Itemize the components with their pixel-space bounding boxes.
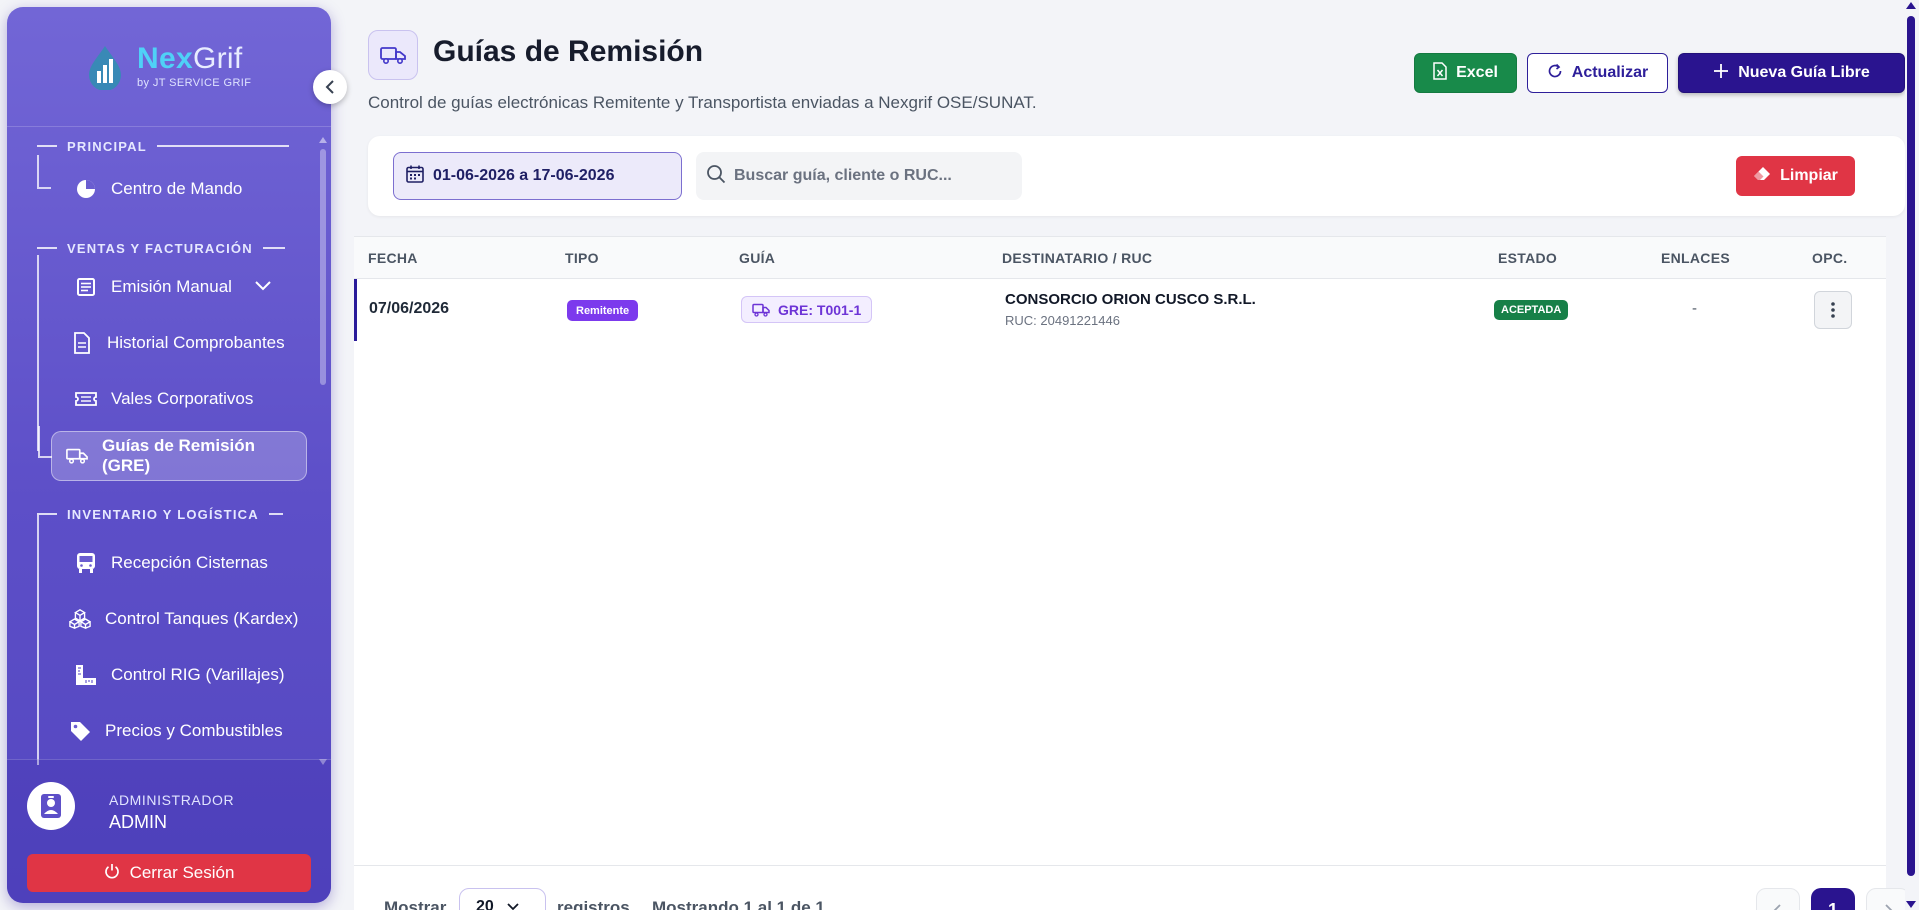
filters-bar: 01-06-2026 a 17-06-2026 Limpiar <box>368 136 1905 216</box>
cell-fecha: 07/06/2026 <box>369 300 450 317</box>
row-options-button[interactable] <box>1814 291 1852 329</box>
guides-table: FECHA TIPO GUÍA DESTINATARIO / RUC ESTAD… <box>354 236 1910 910</box>
column-header: OPC. <box>1812 250 1848 266</box>
sidebar: NexGrif by JT SERVICE GRIF PRINCIPAL Cen… <box>7 7 331 903</box>
refresh-button[interactable]: Actualizar <box>1527 53 1668 93</box>
date-range-value: 01-06-2026 a 17-06-2026 <box>433 167 615 184</box>
avatar <box>27 782 75 830</box>
brand-subtitle: by JT SERVICE GRIF <box>137 77 252 89</box>
calendar-icon <box>406 165 424 188</box>
next-page-button[interactable] <box>1866 888 1910 910</box>
plus-icon <box>1713 63 1729 84</box>
chevron-left-icon <box>1773 904 1781 910</box>
sidebar-item-tanques[interactable]: Control Tanques (Kardex) <box>37 597 317 641</box>
column-header: ENLACES <box>1661 250 1730 266</box>
truck-icon <box>66 445 88 467</box>
table-row[interactable]: 07/06/2026 Remitente GRE: T001-1 CONSORC… <box>354 279 1886 341</box>
main-content: Guías de Remisión Control de guías elect… <box>354 0 1919 910</box>
table-footer: Mostrar 20 registros Mostrando 1 al 1 de… <box>354 865 1910 910</box>
guide-number-badge[interactable]: GRE: T001-1 <box>741 296 873 323</box>
user-name: ADMIN <box>109 812 167 832</box>
column-header: DESTINATARIO / RUC <box>1002 250 1153 266</box>
status-badge: ACEPTADA <box>1494 300 1569 320</box>
chevron-left-icon <box>325 80 334 94</box>
sidebar-item-centro-mando[interactable]: Centro de Mando <box>37 155 317 211</box>
truck-icon <box>752 303 770 317</box>
clear-filters-button[interactable]: Limpiar <box>1736 156 1855 196</box>
sidebar-item-vales[interactable]: Vales Corporativos <box>37 377 317 421</box>
power-icon <box>104 863 120 884</box>
search-input[interactable] <box>734 167 1014 185</box>
kebab-menu-icon <box>1831 302 1835 318</box>
page-button-current[interactable]: 1 <box>1811 888 1855 910</box>
sidebar-item-emision-manual[interactable]: Emisión Manual <box>37 265 317 309</box>
cell-destinatario: CONSORCIO ORION CUSCO S.R.L. <box>1005 291 1256 308</box>
page-size-select[interactable]: 20 <box>459 888 546 910</box>
column-header: GUÍA <box>739 250 776 266</box>
section-ventas: VENTAS Y FACTURACIÓN <box>7 237 317 259</box>
tag-icon <box>69 720 91 742</box>
excel-button[interactable]: Excel <box>1414 53 1517 93</box>
id-badge-icon <box>41 794 61 818</box>
ticket-icon <box>75 388 97 410</box>
collapse-sidebar-button[interactable] <box>313 70 347 104</box>
sidebar-item-precios[interactable]: Precios y Combustibles <box>37 709 317 753</box>
logout-button[interactable]: Cerrar Sesión <box>27 854 311 892</box>
sidebar-item-rig[interactable]: Control RIG (Varillajes) <box>37 653 317 697</box>
sidebar-scrollbar[interactable] <box>319 135 327 767</box>
search-icon <box>706 164 726 189</box>
ruler-icon <box>75 664 97 686</box>
pie-chart-icon <box>75 178 97 200</box>
new-guide-button[interactable]: Nueva Guía Libre <box>1678 53 1905 93</box>
sidebar-nav: PRINCIPAL Centro de Mando VENTAS Y FACTU… <box>7 135 317 765</box>
user-role: ADMINISTRADOR <box>109 792 235 808</box>
chevron-down-icon <box>507 903 519 910</box>
records-label: registros <box>557 898 630 910</box>
page-subtitle: Control de guías electrónicas Remitente … <box>368 93 1037 112</box>
cell-ruc: RUC: 20491221446 <box>1005 313 1120 328</box>
truck-icon <box>368 30 418 80</box>
date-range-picker[interactable]: 01-06-2026 a 17-06-2026 <box>393 152 682 200</box>
table-header: FECHA TIPO GUÍA DESTINATARIO / RUC ESTAD… <box>354 237 1886 279</box>
refresh-icon <box>1547 63 1563 84</box>
cell-enlaces: - <box>1692 300 1697 317</box>
sidebar-item-recepcion[interactable]: Recepción Cisternas <box>37 541 317 585</box>
show-label: Mostrar <box>384 898 447 910</box>
page-title: Guías de Remisión <box>433 35 704 68</box>
column-header: TIPO <box>565 250 599 266</box>
section-principal: PRINCIPAL <box>7 135 317 157</box>
page-scrollbar[interactable] <box>1905 0 1917 910</box>
document-icon <box>71 332 93 354</box>
excel-file-icon <box>1433 61 1447 85</box>
sidebar-item-guias-remision[interactable]: Guías de Remisión (GRE) <box>38 426 307 481</box>
prev-page-button[interactable] <box>1756 888 1800 910</box>
column-header: ESTADO <box>1498 250 1558 266</box>
column-header: FECHA <box>368 250 418 266</box>
chevron-down-icon <box>254 277 272 297</box>
chevron-right-icon <box>1885 904 1893 910</box>
search-box <box>696 152 1022 200</box>
cubes-icon <box>69 608 91 630</box>
brand: NexGrif by JT SERVICE GRIF <box>7 7 331 127</box>
type-badge: Remitente <box>567 300 639 321</box>
user-panel: ADMINISTRADOR ADMIN Cerrar Sesión <box>7 759 331 903</box>
sidebar-item-historial[interactable]: Historial Comprobantes <box>37 321 317 365</box>
receipt-icon <box>75 276 97 298</box>
eraser-icon <box>1753 166 1771 187</box>
brand-logo-icon <box>89 45 121 90</box>
brand-name: NexGrif <box>137 42 243 75</box>
pagination-info: Mostrando 1 al 1 de 1 <box>652 898 825 910</box>
bus-icon <box>75 552 97 574</box>
section-inventario: INVENTARIO Y LOGÍSTICA <box>7 503 317 525</box>
